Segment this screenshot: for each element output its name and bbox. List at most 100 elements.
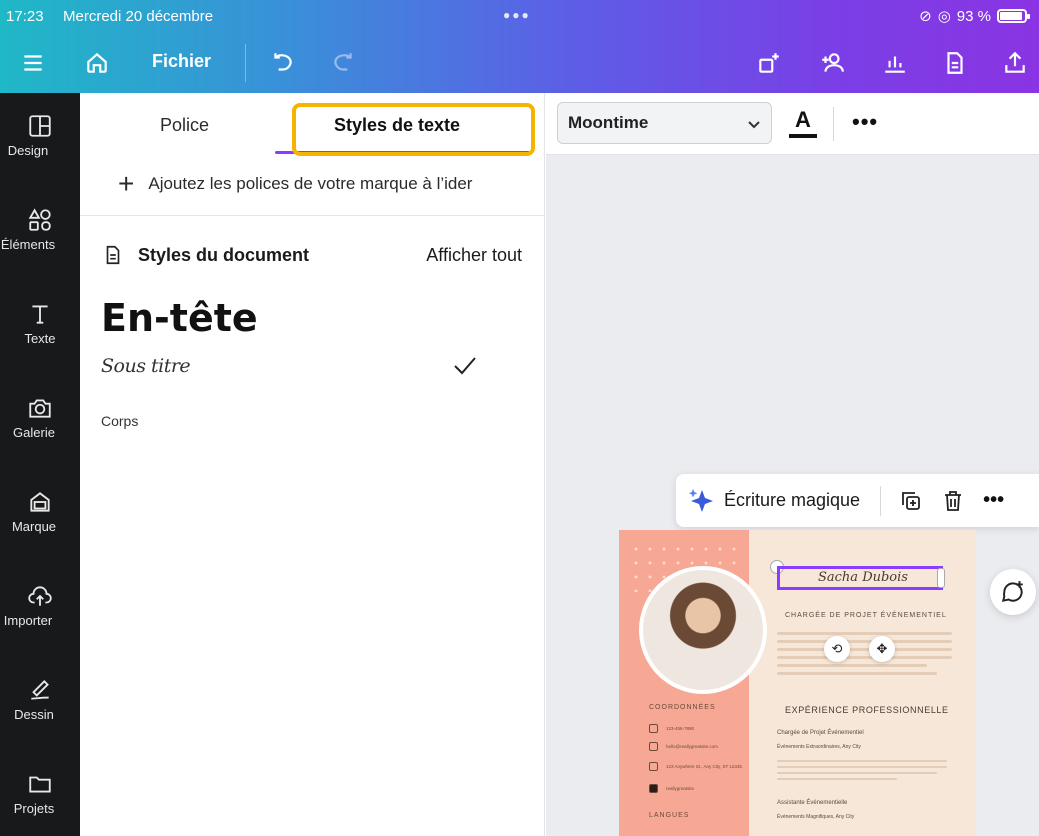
- text-placeholder-line: [777, 772, 937, 774]
- duplicate-icon[interactable]: [899, 489, 923, 513]
- resume-contact-line: hello@reallygreatsite.com: [649, 742, 718, 751]
- resume-job-company: Événements Magnifiques, Any City: [777, 814, 855, 820]
- text-placeholder-line: [777, 760, 947, 762]
- design-canvas: Moontime A ••• Écriture magique ••• COOR…: [546, 93, 1039, 836]
- rail-label: Texte: [24, 331, 56, 346]
- toolbar-divider: [833, 107, 834, 141]
- rail-item-design[interactable]: Design: [0, 113, 80, 193]
- show-all-link[interactable]: Afficher tout: [426, 245, 522, 266]
- add-comment-button[interactable]: [990, 569, 1036, 615]
- profile-photo[interactable]: [639, 566, 767, 694]
- rail-item-elements[interactable]: Éléments: [0, 207, 80, 287]
- camera-icon: [29, 399, 51, 418]
- resize-magic-icon[interactable]: [752, 46, 786, 80]
- text-format-toolbar: Moontime A •••: [546, 93, 1039, 155]
- status-time: 17:23: [6, 8, 44, 25]
- draw-icon: [31, 680, 49, 700]
- rail-label: Marque: [11, 519, 57, 534]
- web-icon: [649, 784, 658, 793]
- text-placeholder-line: [777, 672, 937, 675]
- status-bar: 17:23 Mercredi 20 décembre ●●● ⊘ ◎ 93 %: [0, 0, 1039, 34]
- magic-write-button[interactable]: Écriture magique: [724, 490, 860, 511]
- alarm-icon: ◎: [937, 8, 951, 25]
- home-icon[interactable]: [80, 46, 114, 80]
- status-date: Mercredi 20 décembre: [63, 8, 214, 25]
- side-rail: Design Éléments Texte Galerie Marque Imp…: [0, 93, 80, 836]
- resume-name: Sacha Dubois: [818, 570, 908, 585]
- resume-contact-line: 123-456-7890: [649, 724, 694, 733]
- editor-toolbar: Fichier: [0, 34, 1039, 93]
- rail-label: Design: [7, 143, 49, 158]
- comment-plus-icon: [1001, 581, 1023, 602]
- document-styles-header: Styles du document Afficher tout: [102, 241, 522, 269]
- selected-name-textbox[interactable]: Sacha Dubois: [777, 566, 943, 590]
- resume-contacts-title: COORDONNÉES: [649, 704, 716, 711]
- text-color-swatch: [789, 134, 817, 138]
- rail-item-import[interactable]: Importer: [0, 583, 80, 663]
- battery-percent: 93 %: [956, 7, 991, 25]
- rail-label: Galerie: [13, 425, 55, 440]
- trash-icon[interactable]: [941, 489, 965, 513]
- text-placeholder-line: [777, 766, 947, 768]
- rail-item-brand[interactable]: Marque: [0, 489, 80, 569]
- rail-item-text[interactable]: Texte: [0, 301, 80, 381]
- document-icon: [106, 245, 120, 265]
- highlight-annotation: [292, 103, 535, 156]
- rail-label: Éléments: [0, 237, 56, 252]
- phone-icon: [649, 724, 658, 733]
- resize-handle[interactable]: [937, 568, 945, 588]
- style-subtitle[interactable]: Sous titre: [101, 355, 191, 377]
- text-placeholder-line: [777, 778, 897, 780]
- insights-chart-icon[interactable]: [878, 46, 912, 80]
- resume-contact-line: 123 Anywhere St., Any City, ST 12345: [649, 762, 742, 771]
- rail-label: Dessin: [14, 707, 54, 722]
- add-brand-fonts-label: Ajoutez les polices de votre marque à l’…: [148, 174, 473, 193]
- resume-page[interactable]: COORDONNÉES 123-456-7890 hello@reallygre…: [619, 530, 976, 836]
- document-icon[interactable]: [938, 46, 972, 80]
- cloud-upload-icon: [28, 586, 52, 606]
- orientation-lock-icon: ⊘: [919, 8, 932, 25]
- share-people-icon[interactable]: [815, 46, 849, 80]
- rail-item-gallery[interactable]: Galerie: [0, 395, 80, 475]
- undo-icon[interactable]: [266, 46, 300, 80]
- style-heading[interactable]: En-tête: [101, 296, 258, 340]
- text-color-icon: A: [795, 107, 811, 132]
- divider: [80, 215, 545, 216]
- text-icon: [32, 305, 48, 324]
- resume-contact-line: reallygreatsite: [649, 784, 694, 793]
- shapes-icon: [28, 208, 51, 231]
- move-icon[interactable]: ✥: [869, 636, 895, 662]
- share-upload-icon[interactable]: [998, 46, 1032, 80]
- rail-item-draw[interactable]: Dessin: [0, 677, 80, 757]
- rail-item-projects[interactable]: Projets: [0, 771, 80, 836]
- folder-icon: [29, 776, 51, 793]
- more-options-icon[interactable]: •••: [983, 489, 1004, 512]
- more-options-icon[interactable]: •••: [852, 109, 878, 135]
- menu-icon[interactable]: [16, 46, 50, 80]
- text-placeholder-line: [777, 632, 952, 635]
- toolbar-divider: [245, 44, 246, 82]
- battery-icon: [997, 9, 1030, 23]
- brand-icon: [30, 492, 50, 512]
- text-placeholder-line: [777, 640, 952, 643]
- plus-icon: +: [118, 169, 135, 199]
- chevron-down-icon: [747, 116, 761, 130]
- file-menu-button[interactable]: Fichier: [152, 51, 211, 72]
- element-context-toolbar: Écriture magique •••: [676, 474, 1039, 527]
- rotate-icon[interactable]: ⟲: [824, 636, 850, 662]
- magic-sparkle-icon: [689, 488, 713, 512]
- redo-icon[interactable]: [326, 46, 360, 80]
- resume-job-title: Assistante Événementielle: [777, 800, 848, 806]
- text-color-button[interactable]: A: [788, 107, 818, 141]
- text-styles-panel: Police Styles de texte + Ajoutez les pol…: [80, 93, 545, 836]
- multitasking-dots-icon[interactable]: ●●●: [503, 8, 531, 22]
- top-bar: 17:23 Mercredi 20 décembre ●●● ⊘ ◎ 93 % …: [0, 0, 1039, 93]
- rail-label: Importer: [3, 613, 53, 628]
- layout-icon: [29, 115, 51, 137]
- font-family-select[interactable]: Moontime: [557, 102, 772, 144]
- add-brand-fonts-button[interactable]: + Ajoutez les polices de votre marque à …: [118, 169, 528, 199]
- tab-police[interactable]: Police: [160, 115, 209, 136]
- resume-job-title: Chargée de Projet Événementiel: [777, 730, 864, 736]
- style-body[interactable]: Corps: [101, 413, 138, 429]
- status-right: ⊘ ◎ 93 %: [919, 7, 1030, 25]
